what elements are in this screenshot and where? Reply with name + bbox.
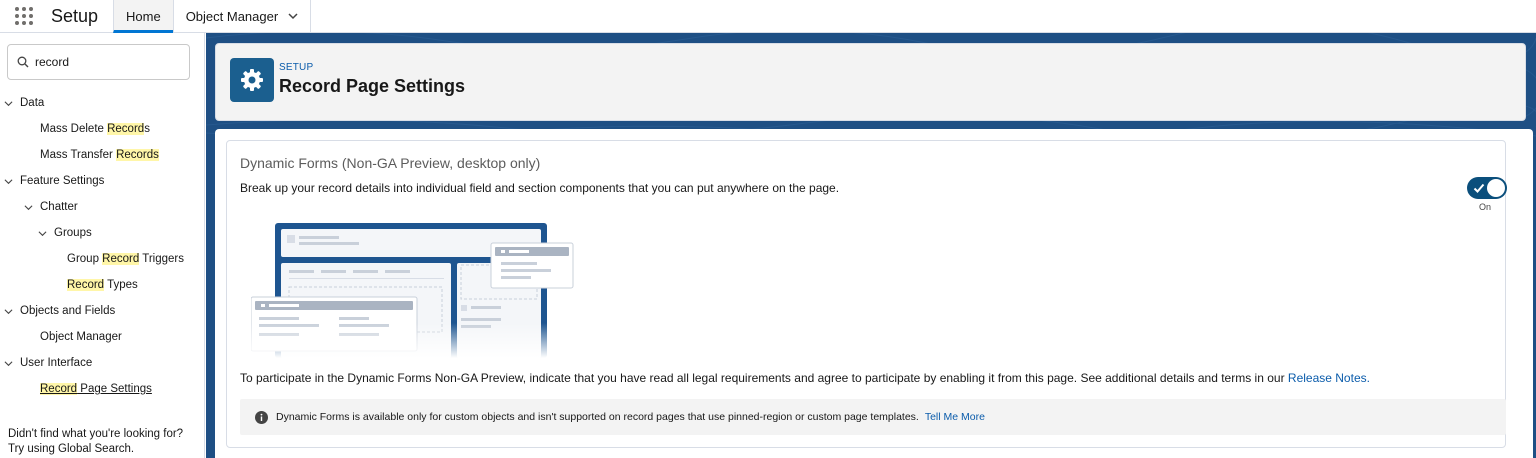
toggle-state-label: On [1479,202,1492,212]
tree-node-groups[interactable]: Groups [0,220,205,246]
quick-find-search[interactable] [7,44,190,80]
app-launcher-icon[interactable] [13,5,35,27]
tree-node-record-types[interactable]: Record Types [0,272,205,298]
tree-node-feature-settings[interactable]: Feature Settings [0,168,205,194]
tree-node-user-interface[interactable]: User Interface [0,350,205,376]
chevron-down-icon[interactable] [4,99,13,108]
section-title: Dynamic Forms (Non-GA Preview, desktop o… [240,155,541,171]
info-icon [255,410,268,424]
breadcrumb[interactable]: SETUP [279,62,313,73]
chevron-down-icon[interactable] [4,307,13,316]
global-header: Setup Home Object Manager [0,0,1536,33]
tab-object-manager-label: Object Manager [185,8,279,24]
chevron-down-icon[interactable] [4,177,13,186]
page-title: Record Page Settings [279,76,466,96]
tree-node-object-manager[interactable]: Object Manager [0,324,205,350]
tree-node-record-page-settings[interactable]: Record Page Settings [0,376,205,402]
chevron-down-icon[interactable] [4,359,13,368]
help-line-1: Didn't find what you're looking for? [8,428,184,440]
tree-node-mass-transfer-records[interactable]: Mass Transfer Records [0,142,205,168]
chevron-down-icon[interactable] [288,11,298,21]
help-line-2: Try using Global Search. [8,443,135,455]
setup-sidebar: Data Mass Delete Records Mass Transfer R… [0,33,205,458]
tree-node-mass-delete-records[interactable]: Mass Delete Records [0,116,205,142]
tell-me-more-link[interactable]: Tell Me More [925,411,985,423]
settings-card: Dynamic Forms (Non-GA Preview, desktop o… [215,129,1533,458]
setup-tree: Data Mass Delete Records Mass Transfer R… [0,90,205,402]
gear-icon [230,58,274,102]
tab-object-manager[interactable]: Object Manager [172,0,312,33]
tab-home-label: Home [126,8,161,24]
dynamic-forms-illustration [251,223,581,358]
check-icon [1473,183,1485,193]
section-description: Break up your record details into indivi… [240,181,840,195]
tree-node-chatter[interactable]: Chatter [0,194,205,220]
tree-node-objects-and-fields[interactable]: Objects and Fields [0,298,205,324]
tree-node-group-record-triggers[interactable]: Group Record Triggers [0,246,205,272]
chevron-down-icon[interactable] [24,203,33,212]
info-note-text: Dynamic Forms is available only for cust… [276,411,919,423]
main-content: SETUP Record Page Settings Dynamic Forms… [206,33,1536,458]
tab-home[interactable]: Home [113,0,173,33]
release-notes-link[interactable]: Release Notes. [1288,371,1370,385]
participation-text: To participate in the Dynamic Forms Non-… [240,371,1370,385]
dynamic-forms-section: Dynamic Forms (Non-GA Preview, desktop o… [226,140,1507,448]
app-name: Setup [51,5,99,26]
tree-node-data[interactable]: Data [0,90,205,116]
chevron-down-icon[interactable] [38,229,47,238]
quick-find-input[interactable] [35,55,185,69]
page-header: SETUP Record Page Settings [215,43,1526,121]
toggle-knob [1487,179,1505,197]
info-note: Dynamic Forms is available only for cust… [240,399,1506,435]
search-help-text: Didn't find what you're looking for? Try… [8,427,183,457]
search-icon [17,56,29,68]
dynamic-forms-toggle[interactable] [1467,177,1507,199]
